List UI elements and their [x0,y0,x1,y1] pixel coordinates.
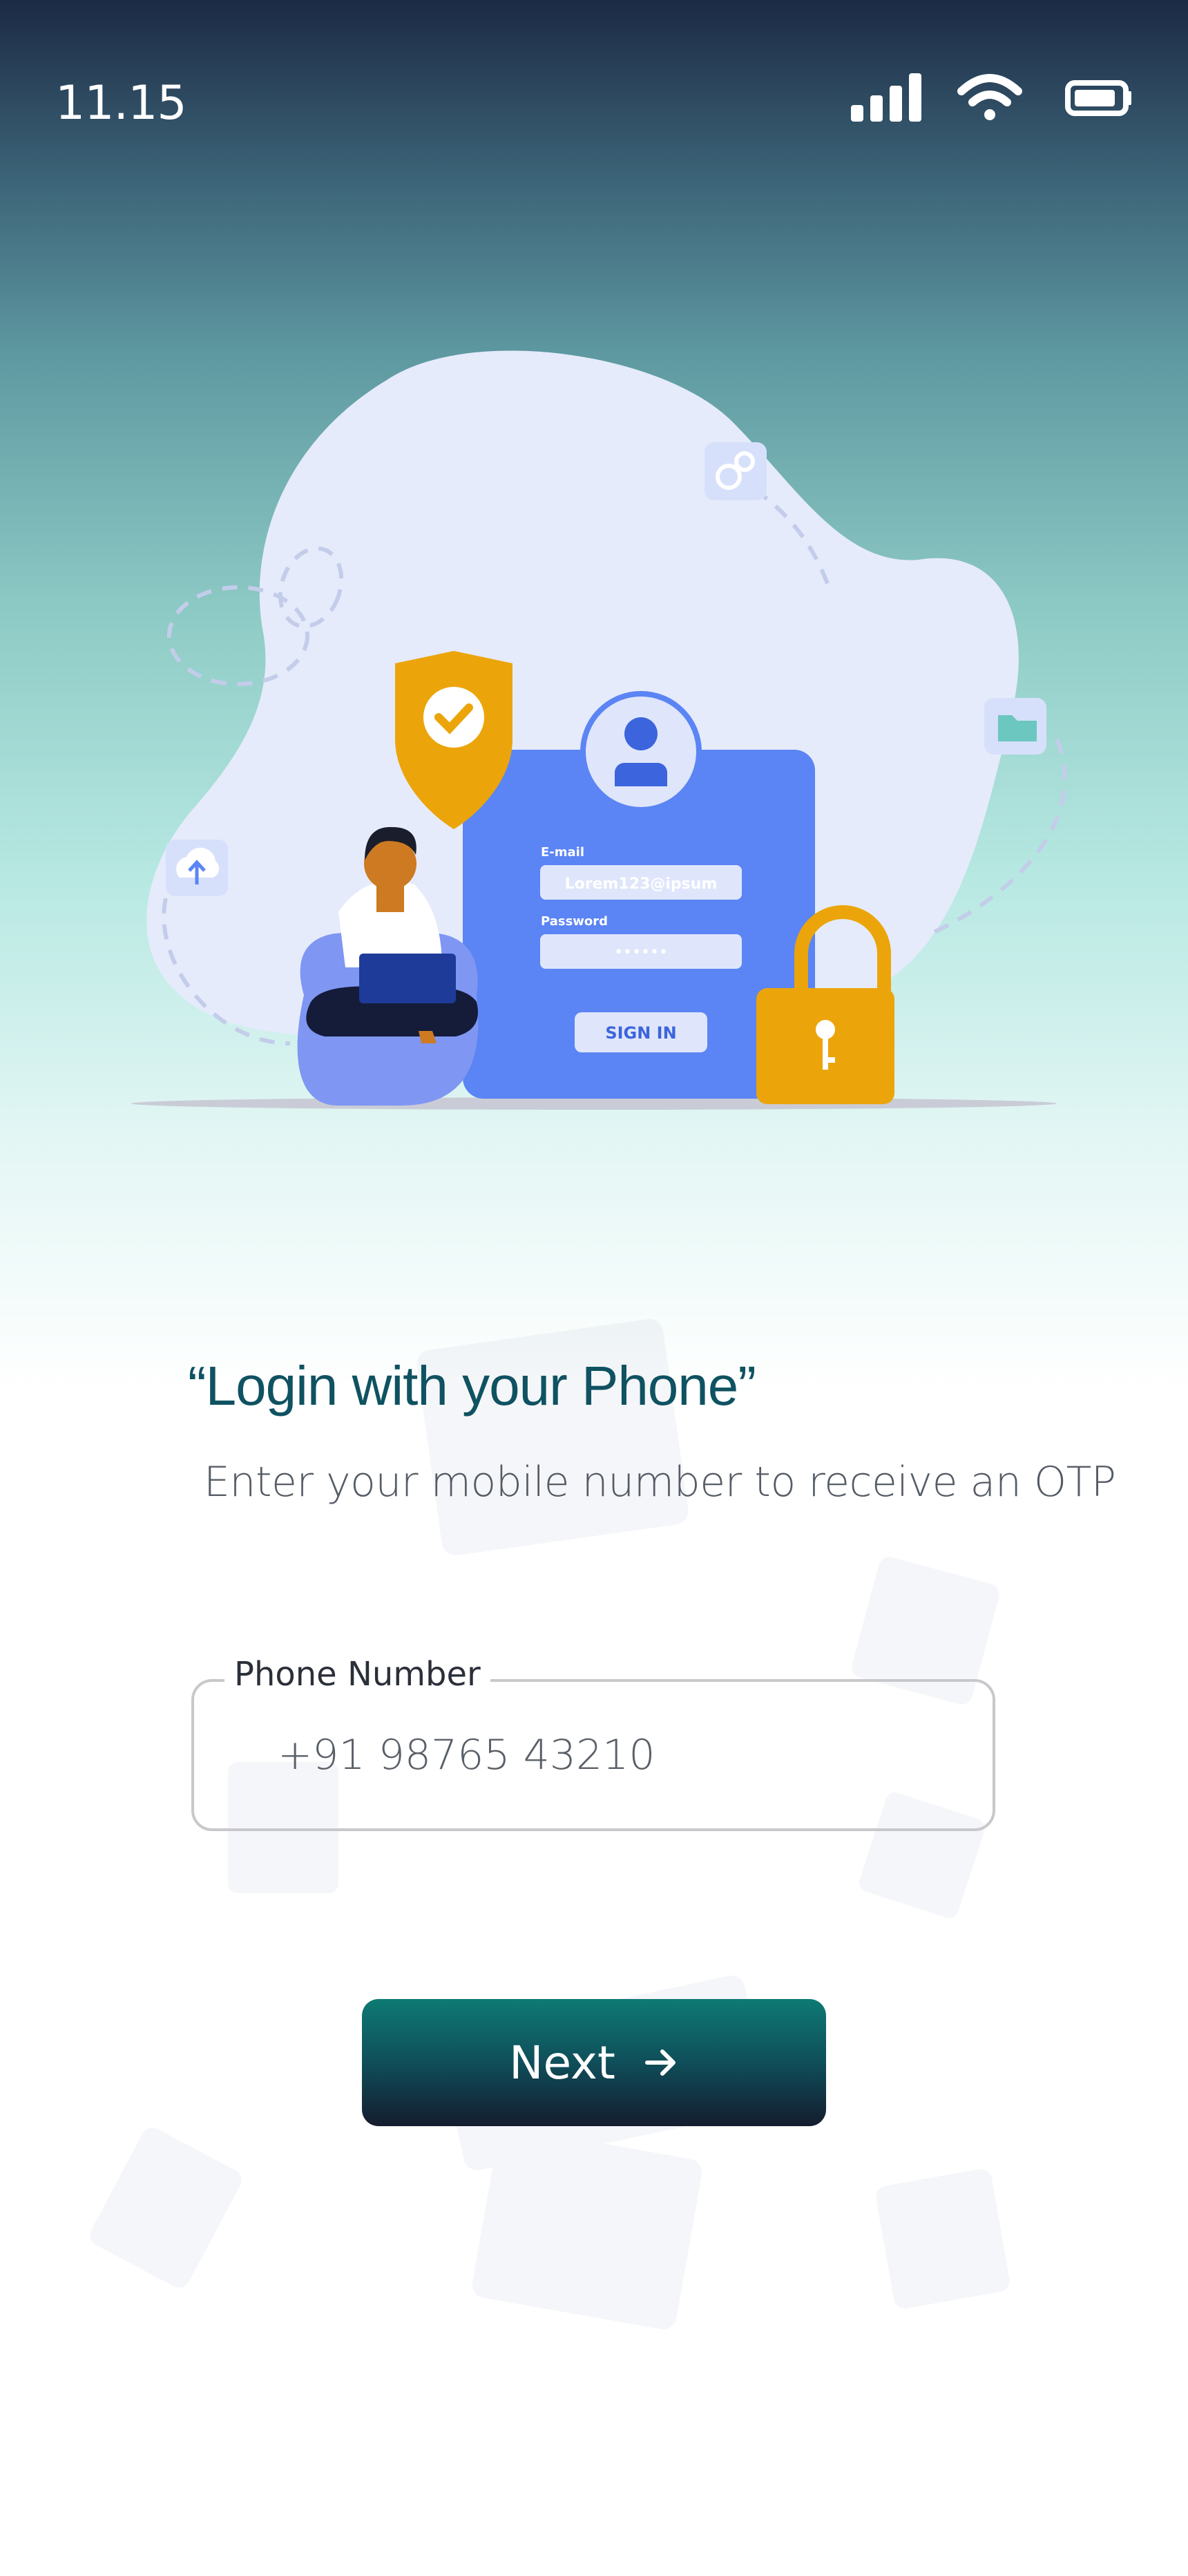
next-button[interactable]: Next [362,1999,826,2126]
gear-icon [705,442,767,500]
status-icons [851,73,1131,122]
page-title: “Login with your Phone” [188,1355,756,1417]
signin-label: SIGN IN [605,1023,676,1043]
email-value: Lorem123@ipsum [565,875,718,893]
login-illustration: E-mail Lorem123@ipsum Password •••••• SI… [131,350,1067,1110]
page-subtitle: Enter your mobile number to receive an O… [204,1458,1116,1506]
background-decor [90,1318,1010,2329]
avatar [580,691,702,813]
cloud-upload-icon [166,840,228,896]
wifi-icon [957,74,1022,120]
battery-icon [1065,80,1131,116]
password-label: Password [541,914,608,929]
phone-input[interactable] [278,1731,899,1779]
arrow-right-icon [644,2049,676,2076]
phone-field-label: Phone Number [224,1655,490,1694]
folder-icon [984,698,1046,755]
email-label: E-mail [541,845,584,860]
signal-icon [851,73,921,122]
status-time: 11.15 [55,76,187,131]
password-value: •••••• [614,944,668,961]
next-button-label: Next [509,2036,615,2090]
